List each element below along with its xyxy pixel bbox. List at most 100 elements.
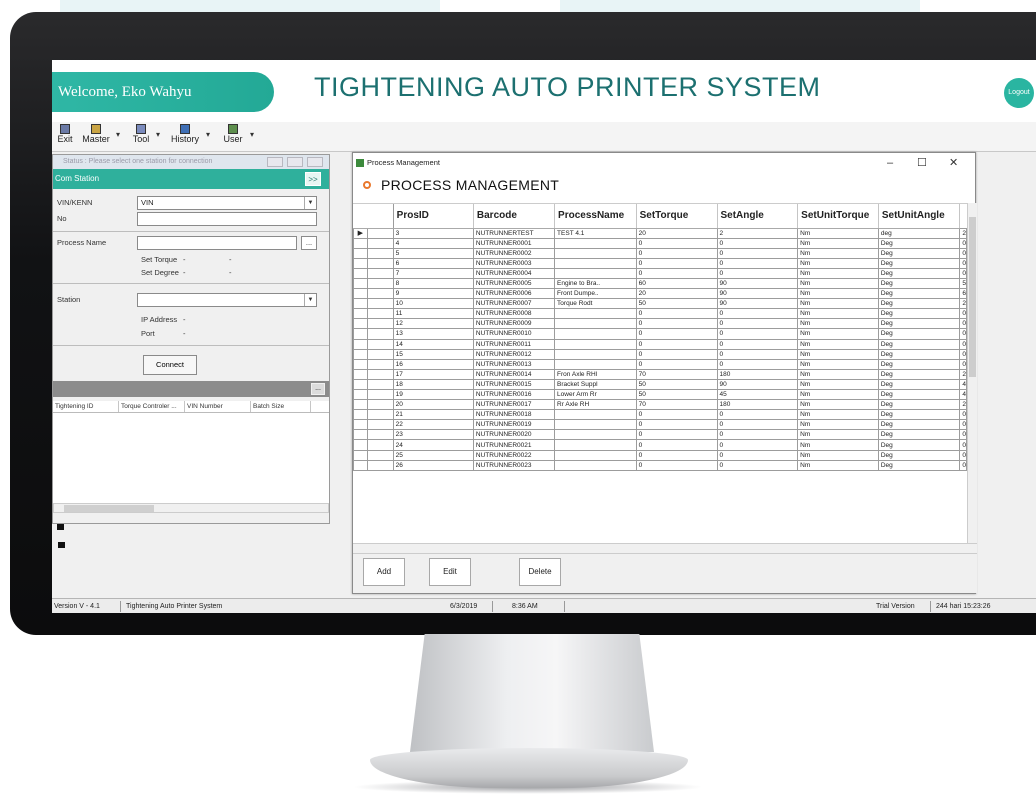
row-selector[interactable] — [353, 459, 368, 471]
table-row[interactable]: 13 NUTRUNNER0010 0 0 Nm Deg 0 — [353, 328, 967, 340]
table-cell[interactable]: Nm — [797, 378, 879, 391]
row-selector[interactable] — [353, 439, 368, 451]
maximize-icon[interactable] — [287, 157, 303, 167]
table-cell[interactable]: 2 — [959, 298, 967, 310]
table-cell[interactable]: NUTRUNNER0015 — [472, 378, 556, 391]
table-cell[interactable]: 0 — [716, 419, 799, 431]
table-cell[interactable]: 0 — [959, 237, 967, 249]
table-row[interactable]: 22 NUTRUNNER0019 0 0 Nm Deg 0 — [353, 419, 967, 431]
table-cell[interactable]: 0 — [716, 449, 799, 461]
table-cell[interactable]: 19 — [392, 388, 474, 401]
row-header[interactable] — [366, 308, 394, 320]
table-cell[interactable]: Deg — [877, 328, 961, 340]
row-header[interactable] — [366, 399, 394, 411]
table-cell[interactable] — [554, 338, 637, 350]
table-row[interactable]: 17 NUTRUNNER0014 Fron Axle RHl 70 180 Nm Deg 2 — [353, 368, 967, 380]
table-cell[interactable]: 0 — [716, 429, 799, 441]
logout-button[interactable]: Logout — [1004, 78, 1034, 108]
table-cell[interactable]: Deg — [877, 409, 961, 421]
table-cell[interactable]: Nm — [797, 318, 879, 330]
table-cell[interactable]: NUTRUNNER0004 — [472, 267, 556, 279]
column-header[interactable]: SetTorque — [636, 204, 718, 229]
table-cell[interactable]: 12 — [392, 318, 474, 330]
vin-select[interactable]: VIN ▼ — [137, 196, 317, 210]
table-cell[interactable]: 26 — [392, 459, 474, 471]
table-cell[interactable]: 45 — [716, 388, 799, 401]
table-cell[interactable] — [554, 358, 637, 370]
table-cell[interactable]: 0 — [716, 257, 799, 269]
table-cell[interactable]: Deg — [877, 348, 961, 360]
chevron-down-icon[interactable]: ▾ — [250, 130, 254, 139]
table-row[interactable]: 18 NUTRUNNER0015 Bracket Suppl 50 90 Nm Deg 4 — [353, 378, 967, 391]
table-cell[interactable]: 4 — [392, 237, 474, 249]
table-cell[interactable]: 0 — [716, 409, 799, 421]
table-cell[interactable]: Deg — [877, 399, 961, 411]
row-header[interactable] — [366, 409, 394, 421]
table-cell[interactable] — [554, 267, 637, 279]
exit-button[interactable]: Exit — [56, 124, 74, 150]
table-cell[interactable]: 50 — [635, 378, 718, 391]
table-row[interactable]: 6 NUTRUNNER0003 0 0 Nm Deg 0 — [353, 257, 967, 269]
row-selector[interactable] — [353, 267, 368, 279]
table-cell[interactable]: 20 — [635, 227, 718, 239]
table-row[interactable]: 11 NUTRUNNER0008 0 0 Nm Deg 0 — [353, 308, 967, 320]
table-cell[interactable]: 0 — [635, 459, 718, 471]
table-cell[interactable]: Nm — [797, 277, 879, 290]
row-header[interactable] — [366, 267, 394, 279]
table-cell[interactable] — [554, 247, 637, 259]
chevron-down-icon[interactable]: ▼ — [304, 294, 316, 306]
user-menu-button[interactable]: User — [220, 124, 246, 150]
table-cell[interactable]: 0 — [959, 358, 967, 370]
table-cell[interactable]: 3 — [392, 227, 474, 239]
table-cell[interactable]: NUTRUNNERTEST — [472, 227, 556, 239]
table-cell[interactable]: Deg — [877, 288, 961, 300]
table-row[interactable]: 10 NUTRUNNER0007 Torque Rodt 50 90 Nm Deg 2 — [353, 298, 967, 310]
table-cell[interactable]: Deg — [877, 318, 961, 330]
table-cell[interactable]: 0 — [959, 439, 967, 451]
table-cell[interactable] — [554, 308, 637, 320]
table-cell[interactable]: 0 — [959, 449, 967, 461]
table-cell[interactable]: NUTRUNNER0011 — [472, 338, 556, 350]
table-cell[interactable]: NUTRUNNER0013 — [472, 358, 556, 370]
table-cell[interactable]: 0 — [959, 308, 967, 320]
table-cell[interactable]: NUTRUNNER0009 — [472, 318, 556, 330]
table-cell[interactable]: 0 — [716, 237, 799, 249]
row-header[interactable] — [366, 348, 394, 360]
table-cell[interactable]: NUTRUNNER0022 — [472, 449, 556, 461]
table-cell[interactable]: Nm — [797, 247, 879, 259]
table-cell[interactable]: 0 — [959, 429, 967, 441]
row-selector[interactable] — [353, 429, 368, 441]
process-name-input[interactable] — [137, 236, 297, 250]
table-cell[interactable]: 0 — [635, 267, 718, 279]
table-cell[interactable]: Front Dumpe.. — [554, 288, 637, 300]
table-cell[interactable]: NUTRUNNER0003 — [472, 257, 556, 269]
table-cell[interactable]: 0 — [635, 257, 718, 269]
table-row[interactable]: 7 NUTRUNNER0004 0 0 Nm Deg 0 — [353, 267, 967, 279]
table-cell[interactable]: 0 — [959, 348, 967, 360]
table-cell[interactable]: 24 — [392, 439, 474, 451]
row-header[interactable] — [366, 429, 394, 441]
table-cell[interactable]: 2 — [959, 368, 967, 380]
table-cell[interactable]: Deg — [877, 257, 961, 269]
tool-menu-button[interactable]: Tool — [130, 124, 152, 150]
table-cell[interactable]: Deg — [877, 298, 961, 310]
table-cell[interactable]: 0 — [716, 247, 799, 259]
table-cell[interactable]: 60 — [635, 277, 718, 290]
table-row[interactable]: 14 NUTRUNNER0011 0 0 Nm Deg 0 — [353, 338, 967, 350]
table-row[interactable]: 25 NUTRUNNER0022 0 0 Nm Deg 0 — [353, 449, 967, 461]
column-header[interactable]: ProsID — [393, 204, 474, 229]
table-row[interactable]: 19 NUTRUNNER0016 Lower Arm Rr 50 45 Nm Deg 4 — [353, 388, 967, 401]
table-cell[interactable]: 90 — [716, 378, 799, 391]
table-cell[interactable]: Nm — [797, 388, 879, 401]
table-cell[interactable]: Deg — [877, 277, 961, 290]
chevron-down-icon[interactable]: ▾ — [156, 130, 160, 139]
table-cell[interactable]: NUTRUNNER0007 — [472, 298, 556, 310]
table-cell[interactable]: NUTRUNNER0014 — [472, 368, 556, 380]
table-cell[interactable]: Nm — [797, 257, 879, 269]
table-cell[interactable]: Nm — [797, 409, 879, 421]
table-cell[interactable]: 0 — [716, 338, 799, 350]
row-header[interactable] — [366, 388, 394, 401]
table-cell[interactable]: 23 — [392, 429, 474, 441]
table-cell[interactable]: NUTRUNNER0017 — [472, 399, 556, 411]
table-cell[interactable]: NUTRUNNER0001 — [472, 237, 556, 249]
